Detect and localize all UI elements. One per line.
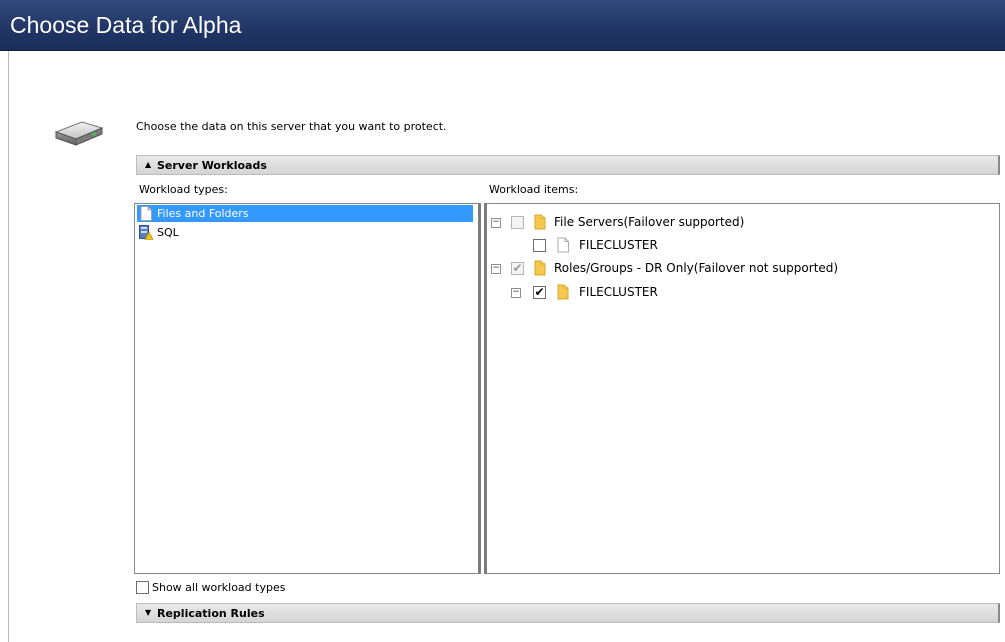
folder-icon bbox=[534, 260, 546, 276]
collapse-icon[interactable]: − bbox=[491, 264, 501, 274]
list-item-files-and-folders[interactable]: Files and Folders bbox=[137, 205, 473, 222]
tree-node-label: FILECLUSTER bbox=[579, 285, 658, 299]
server-drive-icon bbox=[54, 121, 104, 146]
folder-icon bbox=[534, 214, 546, 230]
tree-node-label: FILECLUSTER bbox=[579, 238, 658, 252]
roles-groups-checkbox[interactable]: ✔ bbox=[511, 261, 524, 275]
folder-icon bbox=[557, 284, 569, 300]
show-all-checkbox[interactable] bbox=[136, 581, 149, 594]
expand-caret-icon: ▼ bbox=[145, 608, 152, 617]
section-label: Server Workloads bbox=[157, 159, 267, 172]
intro-text: Choose the data on this server that you … bbox=[136, 120, 447, 133]
document-icon bbox=[557, 237, 569, 253]
collapse-caret-icon: ▲ bbox=[145, 160, 152, 169]
sql-database-icon bbox=[139, 225, 153, 240]
show-all-label: Show all workload types bbox=[152, 581, 286, 594]
section-label: Replication Rules bbox=[157, 607, 265, 620]
file-servers-checkbox[interactable] bbox=[511, 216, 524, 229]
window-title: Choose Data for Alpha bbox=[10, 12, 242, 38]
list-item-label: SQL bbox=[157, 226, 179, 239]
tree-node-roles-groups[interactable]: − ✔ Roles/Groups - DR Only(Failover not … bbox=[487, 258, 967, 280]
list-item-label: Files and Folders bbox=[157, 207, 249, 220]
tree-node-label: File Servers(Failover supported) bbox=[554, 215, 745, 229]
tree-node-file-servers[interactable]: − File Servers(Failover supported) bbox=[487, 212, 967, 234]
filecluster-role-checkbox[interactable]: ✔ bbox=[533, 285, 546, 299]
tree-node-filecluster[interactable]: FILECLUSTER bbox=[487, 235, 967, 257]
workload-types-list[interactable]: Files and Folders SQL bbox=[134, 203, 481, 574]
title-bar: Choose Data for Alpha bbox=[0, 0, 1005, 51]
filecluster-checkbox[interactable] bbox=[533, 239, 546, 252]
list-item-sql[interactable]: SQL bbox=[137, 224, 473, 241]
check-mark-icon: ✔ bbox=[534, 285, 545, 299]
tree-node-label: Roles/Groups - DR Only(Failover not supp… bbox=[554, 261, 839, 275]
tree-node-filecluster-role[interactable]: − ✔ FILECLUSTER bbox=[487, 282, 967, 304]
collapse-icon[interactable]: − bbox=[491, 218, 501, 228]
workload-items-label: Workload items: bbox=[489, 183, 579, 196]
check-mark-icon: ✔ bbox=[512, 261, 523, 275]
workload-items-tree[interactable]: − File Servers(Failover supported) FILEC… bbox=[484, 203, 1000, 574]
left-divider bbox=[8, 51, 9, 642]
collapse-icon[interactable]: − bbox=[511, 288, 521, 298]
server-workloads-header[interactable]: ▲ Server Workloads bbox=[136, 155, 1000, 175]
document-icon bbox=[140, 206, 152, 221]
replication-rules-header[interactable]: ▼ Replication Rules bbox=[136, 603, 1000, 623]
workload-types-label: Workload types: bbox=[139, 183, 228, 196]
